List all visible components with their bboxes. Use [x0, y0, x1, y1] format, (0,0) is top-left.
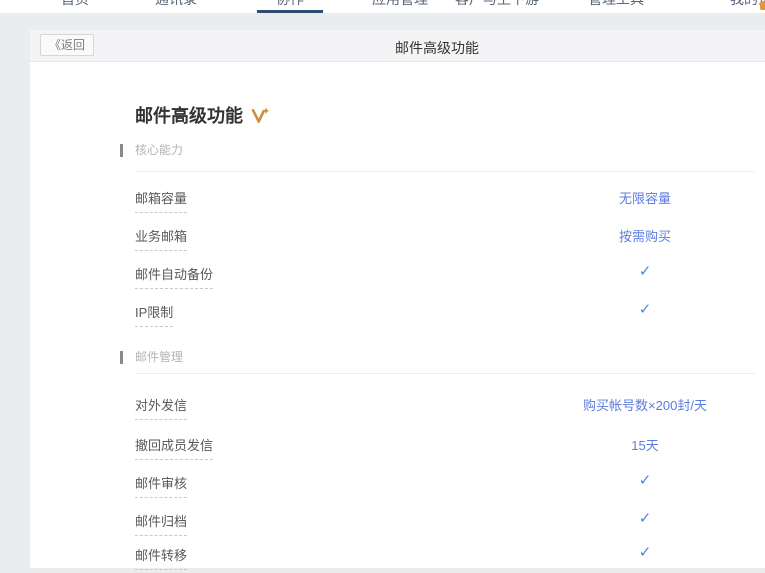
page-title-text: 邮件高级功能	[135, 102, 243, 128]
feature-value[interactable]: 购买帐号数×200封/天	[583, 395, 707, 414]
avatar[interactable]	[760, 1, 765, 10]
feature-label: 对外发信	[135, 395, 187, 420]
top-tab-bar: 首页 通讯录 协作 应用管理 客户与上下游 管理工具 我的企业	[0, 0, 765, 13]
feature-row-external-sending: 对外发信 购买帐号数×200封/天	[135, 395, 765, 417]
feature-label: 邮件审核	[135, 473, 187, 498]
tab-app-management[interactable]: 应用管理	[372, 0, 428, 13]
premium-v-spark-icon	[251, 107, 270, 124]
feature-row-recall-mail: 撤回成员发信 15天	[135, 435, 765, 457]
tab-customers[interactable]: 客户与上下游	[455, 0, 539, 13]
checkmark-icon: ✓	[639, 509, 652, 527]
section-title-core: 核心能力	[120, 144, 755, 157]
checkmark-icon: ✓	[639, 262, 652, 280]
tab-contacts[interactable]: 通讯录	[155, 0, 197, 13]
feature-row-mail-review: 邮件审核 ✓	[135, 473, 765, 495]
tab-label: 通讯录	[155, 0, 197, 6]
feature-value[interactable]: 按需购买	[619, 226, 671, 245]
section-title-mail-management: 邮件管理	[120, 351, 755, 364]
tab-home[interactable]: 首页	[61, 0, 89, 13]
feature-label: IP限制	[135, 302, 173, 327]
feature-label: 邮件自动备份	[135, 264, 213, 289]
tab-label: 首页	[61, 0, 89, 6]
page-header-bar: 《返回 邮件高级功能	[30, 30, 765, 62]
tab-label: 管理工具	[588, 0, 644, 6]
tab-admin-tools[interactable]: 管理工具	[588, 0, 644, 13]
active-tab-underline	[257, 10, 323, 13]
section-divider	[135, 171, 755, 172]
back-button[interactable]: 《返回	[40, 34, 94, 56]
feature-row-mailbox-capacity: 邮箱容量 无限容量	[135, 188, 765, 210]
tab-label: 应用管理	[372, 0, 428, 6]
tab-label: 协作	[276, 0, 304, 6]
feature-label: 业务邮箱	[135, 226, 187, 251]
section-divider	[135, 373, 755, 374]
tab-label: 客户与上下游	[455, 0, 539, 6]
feature-label: 邮件归档	[135, 511, 187, 536]
feature-row-mail-transfer: 邮件转移 ✓	[135, 545, 765, 567]
feature-row-mail-archive: 邮件归档 ✓	[135, 511, 765, 533]
page-title: 邮件高级功能	[135, 102, 270, 128]
feature-label: 撤回成员发信	[135, 435, 213, 460]
feature-label: 邮件转移	[135, 545, 187, 570]
content-card: 《返回 邮件高级功能 邮件高级功能 核心能力 邮箱容量 无限容量 业务邮箱 按需…	[30, 30, 765, 568]
feature-row-auto-backup: 邮件自动备份 ✓	[135, 264, 765, 286]
checkmark-icon: ✓	[639, 300, 652, 318]
page-header-title: 邮件高级功能	[395, 38, 479, 58]
checkmark-icon: ✓	[639, 543, 652, 561]
feature-value[interactable]: 15天	[631, 435, 658, 454]
page: 首页 通讯录 协作 应用管理 客户与上下游 管理工具 我的企业 《返回 邮件高级…	[0, 0, 765, 573]
feature-label: 邮箱容量	[135, 188, 187, 213]
feature-row-ip-restriction: IP限制 ✓	[135, 302, 765, 324]
checkmark-icon: ✓	[639, 471, 652, 489]
feature-row-business-mailbox: 业务邮箱 按需购买	[135, 226, 765, 248]
feature-value[interactable]: 无限容量	[619, 188, 671, 207]
